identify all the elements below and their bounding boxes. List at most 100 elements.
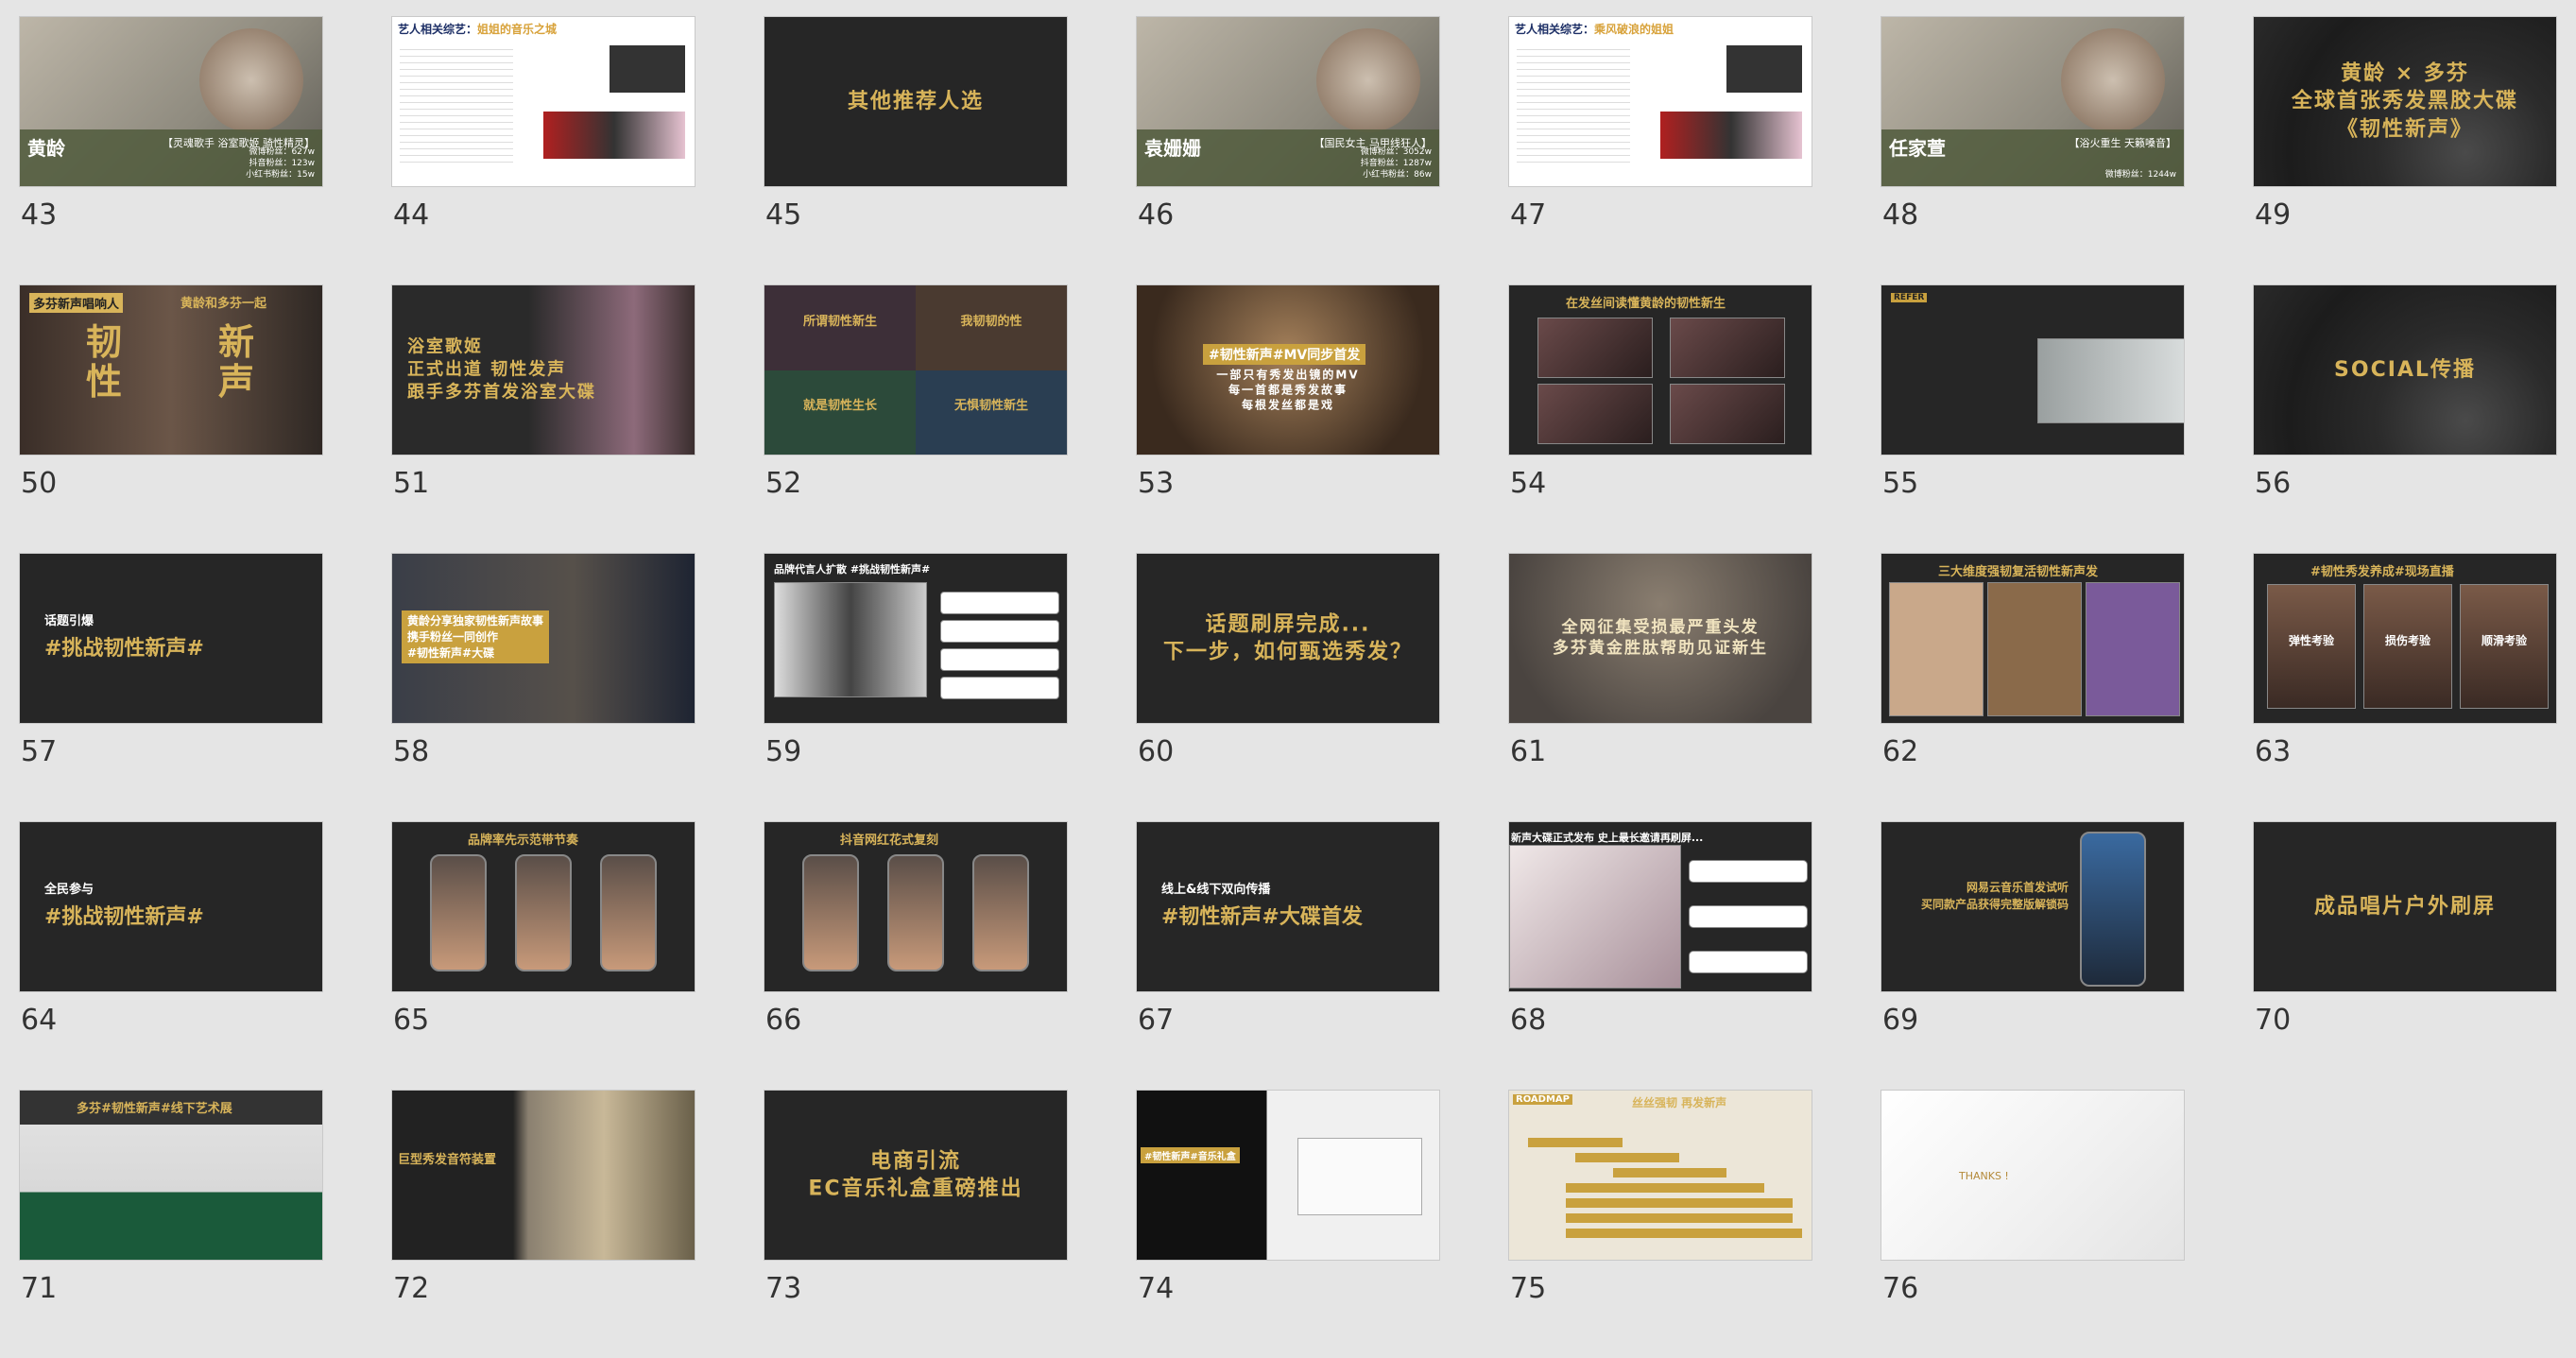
slide-cell[interactable]: 艺人相关综艺：姐姐的音乐之城 44 xyxy=(391,16,696,284)
slide-title: 全网征集受损最严重头发 多芬黄金胜肽帮助见证新生 xyxy=(1553,617,1768,659)
slide-thumbnail[interactable]: 黄龄 【灵魂歌手 浴室歌姬 骑性精灵】 微博粉丝：627w 抖音粉丝：123w 小红书粉… xyxy=(19,16,323,187)
slide-cell[interactable]: THANKS ! 76 xyxy=(1880,1090,2185,1358)
slide-number: 47 xyxy=(1510,198,1547,232)
slide-thumbnail[interactable]: ROADMAP 丝丝强韧 再发新声 xyxy=(1508,1090,1812,1261)
slide-thumbnail[interactable]: 巨型秀发音符装置 xyxy=(391,1090,696,1261)
slide-cell[interactable]: 所谓韧性新生 我韧韧的性 就是韧性生长 无惧韧性新生 52 xyxy=(764,284,1068,553)
slide-cell[interactable]: ROADMAP 丝丝强韧 再发新声 75 xyxy=(1508,1090,1812,1358)
slide-thumbnail[interactable]: 品牌代言人扩散 #挑战韧性新声# xyxy=(764,553,1068,724)
slide-number: 56 xyxy=(2255,467,2292,500)
slide-cell[interactable]: 网易云音乐首发试听 买同款产品获得完整版解锁码 69 xyxy=(1880,821,2185,1090)
slide-cell[interactable]: 浴室歌姬 正式出道 韧性发声 跟手多芬首发浴室大碟 51 xyxy=(391,284,696,553)
slide-number: 49 xyxy=(2255,198,2292,232)
hashtag-banner: #韧性新声#音乐礼盒 xyxy=(1141,1147,1240,1163)
stat-line: 小红书粉丝：15w xyxy=(246,170,315,180)
slide-cell[interactable]: 话题刷屏完成... 下一步，如何甄选秀发？ 60 xyxy=(1136,553,1440,821)
slide-cell[interactable]: 电商引流 EC音乐礼盒重磅推出 73 xyxy=(764,1090,1068,1358)
slide-cell[interactable]: 黄龄 × 多芬 全球首张秀发黑胶大碟 《韧性新声》 49 xyxy=(2253,16,2557,284)
chat-bubble xyxy=(1689,905,1808,928)
slide-title: 巨型秀发音符装置 xyxy=(398,1153,497,1167)
profile-band: 任家萱 【浴火重生 天籁嗓音】 微博粉丝：1244w xyxy=(1881,129,2184,186)
slide-cell[interactable]: 袁姗姗 【国民女主 马甲线狂人】 微博粉丝：3052w 抖音粉丝：1287w 小红书粉丝… xyxy=(1136,16,1440,284)
slide-cell[interactable]: #韧性新声#音乐礼盒 74 xyxy=(1136,1090,1440,1358)
slide-cell[interactable]: 其他推荐人选 45 xyxy=(764,16,1068,284)
slide-thumbnail[interactable]: 品牌率先示范带节奏 xyxy=(391,821,696,992)
slide-cell[interactable]: 品牌率先示范带节奏 65 xyxy=(391,821,696,1090)
slide-thumbnail[interactable]: 新声大碟正式发布 史上最长邀请再刷屏... xyxy=(1508,821,1812,992)
slide-thumbnail[interactable]: 全民参与 #挑战韧性新声# xyxy=(19,821,323,992)
profile-band: 黄龄 【灵魂歌手 浴室歌姬 骑性精灵】 微博粉丝：627w 抖音粉丝：123w 小红书粉… xyxy=(20,129,322,186)
slide-cell[interactable]: 黄龄 【灵魂歌手 浴室歌姬 骑性精灵】 微博粉丝：627w 抖音粉丝：123w 小红书粉… xyxy=(19,16,323,284)
slide-cell[interactable]: 新声大碟正式发布 史上最长邀请再刷屏... 68 xyxy=(1508,821,1812,1090)
slide-cell[interactable]: 品牌代言人扩散 #挑战韧性新声# 59 xyxy=(764,553,1068,821)
slide-thumbnail[interactable]: 其他推荐人选 xyxy=(764,16,1068,187)
slide-thumbnail[interactable]: REFER xyxy=(1880,284,2185,456)
stat-line: 微博粉丝：1244w xyxy=(2104,170,2176,180)
slide-thumbnail[interactable]: 抖音网红花式复刻 xyxy=(764,821,1068,992)
slide-thumbnail[interactable]: 浴室歌姬 正式出道 韧性发声 跟手多芬首发浴室大碟 xyxy=(391,284,696,456)
slide-thumbnail[interactable]: 多芬#韧性新声#线下艺术展 xyxy=(19,1090,323,1261)
slide-thumbnail[interactable]: SOCIAL传播 xyxy=(2253,284,2557,456)
artist-tagline: 【浴火重生 天籁嗓音】 xyxy=(2069,137,2177,149)
slide-thumbnail[interactable]: 多芬新声唱响人 黄龄和多芬一起韧 性 新 声 xyxy=(19,284,323,456)
portrait-image xyxy=(774,582,927,697)
slide-thumbnail[interactable]: 在发丝间读懂黄龄的韧性新生 xyxy=(1508,284,1812,456)
roadmap-label: ROADMAP xyxy=(1513,1094,1572,1105)
slide-cell[interactable]: 成品唱片户外刷屏 70 xyxy=(2253,821,2557,1090)
hashtag-pre: 话题引爆 xyxy=(44,614,94,628)
slide-thumbnail[interactable]: THANKS ! xyxy=(1880,1090,2185,1261)
slide-thumbnail[interactable]: 黄龄 × 多芬 全球首张秀发黑胶大碟 《韧性新声》 xyxy=(2253,16,2557,187)
slide-heading: 在发丝间读懂黄龄的韧性新生 xyxy=(1566,297,1726,311)
slide-cell[interactable]: 黄龄分享独家韧性新声故事 携手粉丝一同创作 #韧性新声#大碟 58 xyxy=(391,553,696,821)
doc-title: 艺人相关综艺：姐姐的音乐之城 xyxy=(398,21,557,37)
quadrant-text: 我韧韧的性 xyxy=(960,314,1022,329)
test-panel: 损伤考验 xyxy=(2363,584,2452,709)
quadrant: 我韧韧的性 xyxy=(916,285,1067,370)
slide-thumbnail[interactable]: 全网征集受损最严重头发 多芬黄金胜肽帮助见证新生 xyxy=(1508,553,1812,724)
profile-band: 袁姗姗 【国民女主 马甲线狂人】 微博粉丝：3052w 抖音粉丝：1287w 小红书粉丝… xyxy=(1137,129,1439,186)
slide-thumbnail[interactable]: 电商引流 EC音乐礼盒重磅推出 xyxy=(764,1090,1068,1261)
slide-thumbnail[interactable]: #韧性秀发养成#现场直播 弹性考验 损伤考验 顺滑考验 xyxy=(2253,553,2557,724)
slide-cell[interactable]: 三大维度强韧复活韧性新声发 62 xyxy=(1880,553,2185,821)
roadmap-bar xyxy=(1566,1229,1802,1238)
slide-number: 54 xyxy=(1510,467,1547,500)
gallery-image xyxy=(1537,384,1653,444)
slide-thumbnail[interactable]: 三大维度强韧复活韧性新声发 xyxy=(1880,553,2185,724)
slide-thumbnail[interactable]: #韧性新声#MV同步首发 一部只有秀发出镜的MV 每一首都是秀发故事 每根发丝都是… xyxy=(1136,284,1440,456)
slide-cell[interactable]: 全民参与 #挑战韧性新声# 64 xyxy=(19,821,323,1090)
test-label: 顺滑考验 xyxy=(2481,634,2527,647)
slide-thumbnail[interactable]: 线上&线下双向传播 #韧性新声#大碟首发 xyxy=(1136,821,1440,992)
slide-cell[interactable]: 线上&线下双向传播 #韧性新声#大碟首发 67 xyxy=(1136,821,1440,1090)
slide-thumbnail[interactable]: 话题引爆 #挑战韧性新声# xyxy=(19,553,323,724)
slide-cell[interactable]: 抖音网红花式复刻 66 xyxy=(764,821,1068,1090)
slide-thumbnail[interactable]: #韧性新声#音乐礼盒 xyxy=(1136,1090,1440,1261)
test-label: 损伤考验 xyxy=(2384,634,2430,647)
slide-cell[interactable]: SOCIAL传播 56 xyxy=(2253,284,2557,553)
slide-thumbnail[interactable]: 成品唱片户外刷屏 xyxy=(2253,821,2557,992)
slide-cell[interactable]: 巨型秀发音符装置 72 xyxy=(391,1090,696,1358)
phone-mockup xyxy=(430,854,487,971)
slide-thumbnail[interactable]: 艺人相关综艺：姐姐的音乐之城 xyxy=(391,16,696,187)
slide-cell[interactable]: 全网征集受损最严重头发 多芬黄金胜肽帮助见证新生 61 xyxy=(1508,553,1812,821)
slide-cell[interactable]: 多芬#韧性新声#线下艺术展 71 xyxy=(19,1090,323,1358)
slide-title: SOCIAL传播 xyxy=(2334,357,2476,382)
slide-cell[interactable]: 任家萱 【浴火重生 天籁嗓音】 微博粉丝：1244w 48 xyxy=(1880,16,2185,284)
gallery-image xyxy=(1537,318,1653,378)
portrait-image xyxy=(199,28,303,132)
slide-thumbnail[interactable]: 话题刷屏完成... 下一步，如何甄选秀发？ xyxy=(1136,553,1440,724)
slide-cell[interactable]: 话题引爆 #挑战韧性新声# 57 xyxy=(19,553,323,821)
doc-title-prefix: 艺人相关综艺： xyxy=(398,23,478,36)
slide-cell[interactable]: #韧性秀发养成#现场直播 弹性考验 损伤考验 顺滑考验 63 xyxy=(2253,553,2557,821)
slide-cell[interactable]: #韧性新声#MV同步首发 一部只有秀发出镜的MV 每一首都是秀发故事 每根发丝都是… xyxy=(1136,284,1440,553)
slide-thumbnail[interactable]: 黄龄分享独家韧性新声故事 携手粉丝一同创作 #韧性新声#大碟 xyxy=(391,553,696,724)
slide-cell[interactable]: REFER 55 xyxy=(1880,284,2185,553)
slide-thumbnail[interactable]: 任家萱 【浴火重生 天籁嗓音】 微博粉丝：1244w xyxy=(1880,16,2185,187)
slide-cell[interactable]: 在发丝间读懂黄龄的韧性新生 54 xyxy=(1508,284,1812,553)
slide-thumbnail[interactable]: 所谓韧性新生 我韧韧的性 就是韧性生长 无惧韧性新生 xyxy=(764,284,1068,456)
slide-thumbnail[interactable]: 袁姗姗 【国民女主 马甲线狂人】 微博粉丝：3052w 抖音粉丝：1287w 小红书粉丝… xyxy=(1136,16,1440,187)
slide-thumbnail[interactable]: 网易云音乐首发试听 买同款产品获得完整版解锁码 xyxy=(1880,821,2185,992)
slide-number: 61 xyxy=(1510,735,1547,768)
slide-thumbnail[interactable]: 艺人相关综艺：乘风破浪的姐姐 xyxy=(1508,16,1812,187)
slide-cell[interactable]: 艺人相关综艺：乘风破浪的姐姐 47 xyxy=(1508,16,1812,284)
slide-cell[interactable]: 多芬新声唱响人 黄龄和多芬一起韧 性 新 声 50 xyxy=(19,284,323,553)
